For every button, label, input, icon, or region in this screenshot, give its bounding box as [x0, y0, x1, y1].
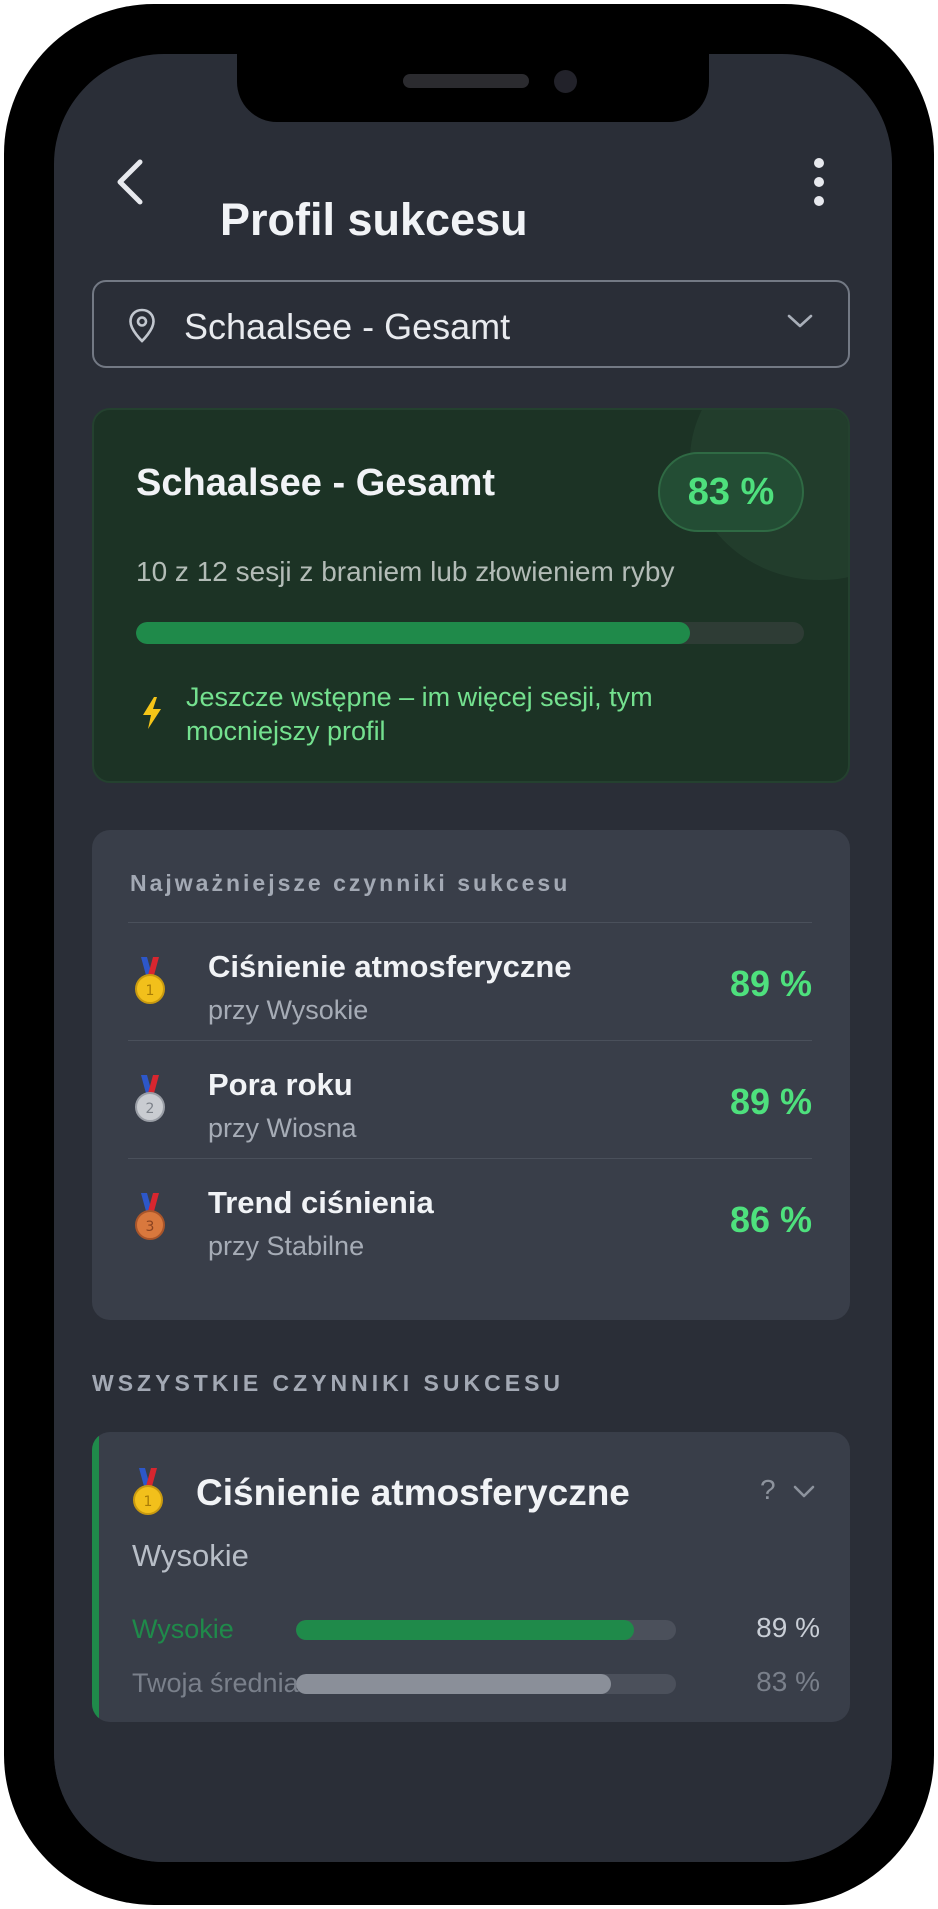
svg-text:2: 2 — [146, 1101, 155, 1117]
front-camera — [554, 70, 577, 93]
card-accent-stripe — [92, 1432, 99, 1722]
factor-name: Trend ciśnienia — [208, 1185, 434, 1220]
location-select-value: Schaalsee - Gesamt — [184, 306, 511, 347]
comparison-row-label: Twoja średnia — [132, 1668, 299, 1698]
success-progress-bar — [136, 622, 804, 644]
factor-detail-subtitle: Wysokie — [132, 1538, 249, 1573]
bronze-medal-icon: 3 — [134, 1193, 166, 1248]
sessions-summary-text: 10 z 12 sesji z braniem lub złowieniem r… — [136, 556, 675, 587]
factor-percent: 89 % — [729, 963, 812, 1004]
comparison-bar-fill — [296, 1620, 635, 1640]
device-notch — [237, 54, 709, 122]
top-factors-card: Najważniejsze czynniki sukcesu 1 Ciśnien… — [92, 830, 850, 1320]
factor-detail-title: Ciśnienie atmosferyczne — [196, 1472, 630, 1513]
top-factor-item[interactable]: 1 Ciśnienie atmosferyczne przy Wysokie 8… — [128, 922, 812, 1041]
factor-name: Pora roku — [208, 1067, 353, 1102]
success-progress-fill — [136, 622, 691, 644]
svg-text:3: 3 — [146, 1219, 155, 1235]
arrow-back-icon — [117, 159, 143, 205]
location-pin-icon — [129, 308, 155, 343]
more-vert-icon — [814, 158, 824, 168]
gold-medal-icon: 1 — [134, 957, 166, 1012]
factor-percent: 89 % — [729, 1081, 812, 1122]
chevron-down-icon — [787, 314, 813, 328]
all-factors-heading: WSZYSTKIE CZYNNIKI SUKCESU — [92, 1370, 565, 1396]
chevron-down-icon[interactable] — [792, 1484, 816, 1500]
comparison-row-percent: 89 % — [756, 1612, 820, 1643]
more-options-button[interactable] — [804, 154, 834, 210]
comparison-row-percent: 83 % — [756, 1666, 820, 1697]
profile-hint-text: Jeszcze wstępne – im więcej sesji, tym m… — [186, 682, 653, 746]
success-summary-card: Schaalsee - Gesamt 83 % 10 z 12 sesji z … — [92, 408, 850, 783]
comparison-bar — [296, 1674, 676, 1694]
top-factors-heading: Najważniejsze czynniki sukcesu — [130, 870, 571, 896]
back-button[interactable] — [110, 152, 154, 212]
comparison-bar — [296, 1620, 676, 1640]
summary-title: Schaalsee - Gesamt — [136, 462, 496, 504]
svg-text:1: 1 — [144, 1494, 153, 1510]
comparison-bar-fill — [296, 1674, 612, 1694]
factor-name: Ciśnienie atmosferyczne — [208, 949, 572, 984]
comparison-row-label: Wysokie — [132, 1614, 234, 1644]
page-title: Profil sukcesu — [220, 194, 528, 245]
factor-condition: przy Stabilne — [208, 1231, 365, 1261]
silver-medal-icon: 2 — [134, 1075, 166, 1130]
app-screen: Profil sukcesu Schaalsee - Gesamt Schaal… — [54, 54, 892, 1862]
top-factor-item[interactable]: 2 Pora roku przy Wiosna 89 % — [128, 1040, 812, 1159]
help-button[interactable]: ? — [760, 1474, 776, 1506]
lightning-icon — [143, 697, 161, 729]
svg-text:1: 1 — [146, 983, 155, 999]
factor-detail-card[interactable]: 1 Ciśnienie atmosferyczne ? Wysokie Wyso… — [92, 1432, 850, 1722]
gold-medal-icon: 1 — [132, 1468, 164, 1523]
factor-condition: przy Wiosna — [208, 1113, 357, 1143]
location-select[interactable]: Schaalsee - Gesamt — [92, 280, 850, 368]
factor-percent: 86 % — [729, 1199, 812, 1240]
top-factor-item[interactable]: 3 Trend ciśnienia przy Stabilne 86 % — [128, 1158, 812, 1277]
factor-condition: przy Wysokie — [208, 995, 369, 1025]
phone-frame: Profil sukcesu Schaalsee - Gesamt Schaal… — [4, 4, 934, 1905]
success-rate-badge: 83 % — [658, 452, 804, 532]
speaker-grille — [403, 74, 529, 88]
